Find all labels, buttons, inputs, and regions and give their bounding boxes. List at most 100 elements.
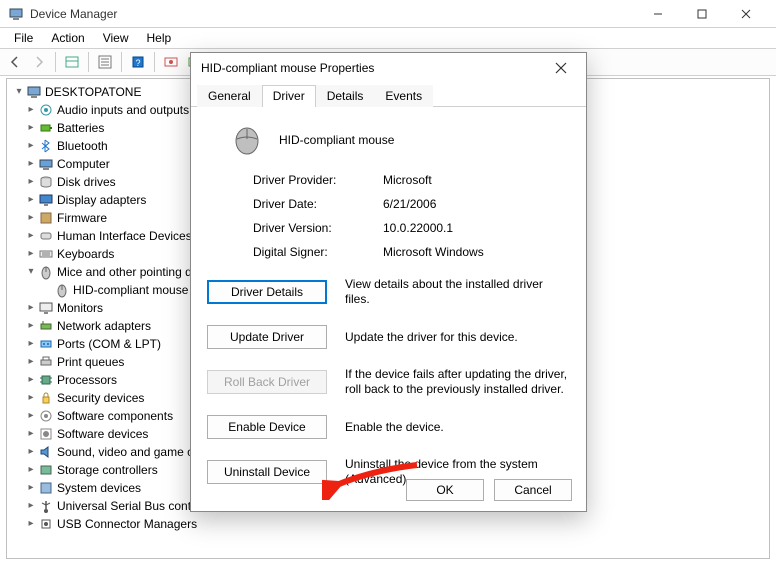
digital-signer-label: Digital Signer: — [253, 245, 373, 259]
driver-version-label: Driver Version: — [253, 221, 373, 235]
expand-icon[interactable]: ▸ — [25, 371, 37, 389]
expand-icon[interactable]: ▸ — [25, 299, 37, 317]
expand-icon[interactable]: ▸ — [25, 173, 37, 191]
expand-icon[interactable]: ▸ — [25, 479, 37, 497]
menu-action[interactable]: Action — [43, 29, 92, 47]
tree-item-label: Keyboards — [57, 245, 114, 263]
print-icon — [38, 354, 54, 370]
close-button[interactable] — [724, 0, 768, 28]
tree-item[interactable]: ▸USB Connector Managers — [25, 515, 767, 533]
expand-icon[interactable]: ▸ — [25, 515, 37, 533]
expand-icon[interactable]: ▸ — [25, 245, 37, 263]
usb-icon — [38, 498, 54, 514]
expand-icon[interactable]: ▸ — [25, 443, 37, 461]
security-icon — [38, 390, 54, 406]
tree-item-label: Software devices — [57, 425, 148, 443]
cpu-icon — [38, 372, 54, 388]
network-icon — [38, 318, 54, 334]
expand-icon[interactable]: ▸ — [25, 155, 37, 173]
dialog-titlebar[interactable]: HID-compliant mouse Properties — [191, 53, 586, 83]
usbcm-icon — [38, 516, 54, 532]
tab-events[interactable]: Events — [374, 85, 433, 107]
driver-provider-value: Microsoft — [383, 173, 570, 187]
tree-item-label: Ports (COM & LPT) — [57, 335, 161, 353]
tree-item-label: Computer — [57, 155, 110, 173]
tree-item-label: Disk drives — [57, 173, 116, 191]
nav-forward-button[interactable] — [28, 51, 50, 73]
app-icon — [8, 6, 24, 22]
tree-item-label: Storage controllers — [57, 461, 158, 479]
expand-icon[interactable]: ▸ — [25, 317, 37, 335]
tree-item-label: Monitors — [57, 299, 103, 317]
tree-item-label: System devices — [57, 479, 141, 497]
driver-date-value: 6/21/2006 — [383, 197, 570, 211]
tree-item-label: Human Interface Devices — [57, 227, 192, 245]
disk-icon — [38, 174, 54, 190]
tab-general[interactable]: General — [197, 85, 262, 107]
keyboard-icon — [38, 246, 54, 262]
tree-item-label: Security devices — [57, 389, 144, 407]
svg-text:?: ? — [135, 58, 140, 68]
tree-item-label: Bluetooth — [57, 137, 108, 155]
toolbar-button-4[interactable] — [160, 51, 182, 73]
ports-icon — [38, 336, 54, 352]
device-icon — [229, 125, 265, 155]
driver-provider-label: Driver Provider: — [253, 173, 373, 187]
ok-button[interactable]: OK — [406, 479, 484, 501]
menu-help[interactable]: Help — [139, 29, 180, 47]
device-name: HID-compliant mouse — [279, 133, 394, 147]
expand-icon[interactable]: ▸ — [25, 335, 37, 353]
monitor-icon — [38, 300, 54, 316]
storage-icon — [38, 462, 54, 478]
tree-item-label: Audio inputs and outputs — [57, 101, 189, 119]
tree-item-label: Display adapters — [57, 191, 146, 209]
toolbar-button-1[interactable] — [61, 51, 83, 73]
expand-icon[interactable]: ▸ — [25, 407, 37, 425]
driver-details-button[interactable]: Driver Details — [207, 280, 327, 304]
dialog-tabs: General Driver Details Events — [191, 83, 586, 107]
tree-item-label: Network adapters — [57, 317, 151, 335]
expand-icon[interactable]: ▸ — [25, 461, 37, 479]
expand-icon[interactable]: ▸ — [25, 389, 37, 407]
tree-item-label: Print queues — [57, 353, 124, 371]
expand-icon[interactable]: ▸ — [25, 227, 37, 245]
menu-view[interactable]: View — [95, 29, 137, 47]
toolbar-button-3[interactable]: ? — [127, 51, 149, 73]
expand-icon[interactable]: ▸ — [25, 497, 37, 515]
computer-icon — [26, 84, 42, 100]
system-icon — [38, 480, 54, 496]
tree-item-label: Software components — [57, 407, 173, 425]
driver-date-label: Driver Date: — [253, 197, 373, 211]
toolbar-button-2[interactable] — [94, 51, 116, 73]
expand-icon[interactable]: ▸ — [25, 353, 37, 371]
roll-back-driver-desc: If the device fails after updating the d… — [345, 367, 570, 397]
enable-device-desc: Enable the device. — [345, 420, 570, 435]
uninstall-device-button[interactable]: Uninstall Device — [207, 460, 327, 484]
minimize-button[interactable] — [636, 0, 680, 28]
maximize-button[interactable] — [680, 0, 724, 28]
dialog-close-button[interactable] — [546, 53, 576, 83]
expand-icon[interactable]: ▸ — [25, 137, 37, 155]
expand-icon[interactable]: ▸ — [25, 209, 37, 227]
tab-details[interactable]: Details — [316, 85, 375, 107]
tree-item-label: HID-compliant mouse — [73, 281, 188, 299]
display-icon — [38, 192, 54, 208]
menubar: File Action View Help — [0, 28, 776, 48]
firmware-icon — [38, 210, 54, 226]
expand-icon[interactable]: ▸ — [25, 425, 37, 443]
menu-file[interactable]: File — [6, 29, 41, 47]
bluetooth-icon — [38, 138, 54, 154]
nav-back-button[interactable] — [4, 51, 26, 73]
dialog-title: HID-compliant mouse Properties — [201, 61, 546, 75]
expand-icon[interactable]: ▾ — [25, 263, 37, 281]
expand-icon[interactable]: ▸ — [25, 119, 37, 137]
mouse-icon — [54, 282, 70, 298]
cancel-button[interactable]: Cancel — [494, 479, 572, 501]
tab-driver[interactable]: Driver — [262, 85, 316, 107]
update-driver-button[interactable]: Update Driver — [207, 325, 327, 349]
expand-icon[interactable]: ▸ — [25, 101, 37, 119]
swdev-icon — [38, 426, 54, 442]
driver-details-desc: View details about the installed driver … — [345, 277, 570, 307]
enable-device-button[interactable]: Enable Device — [207, 415, 327, 439]
expand-icon[interactable]: ▸ — [25, 191, 37, 209]
